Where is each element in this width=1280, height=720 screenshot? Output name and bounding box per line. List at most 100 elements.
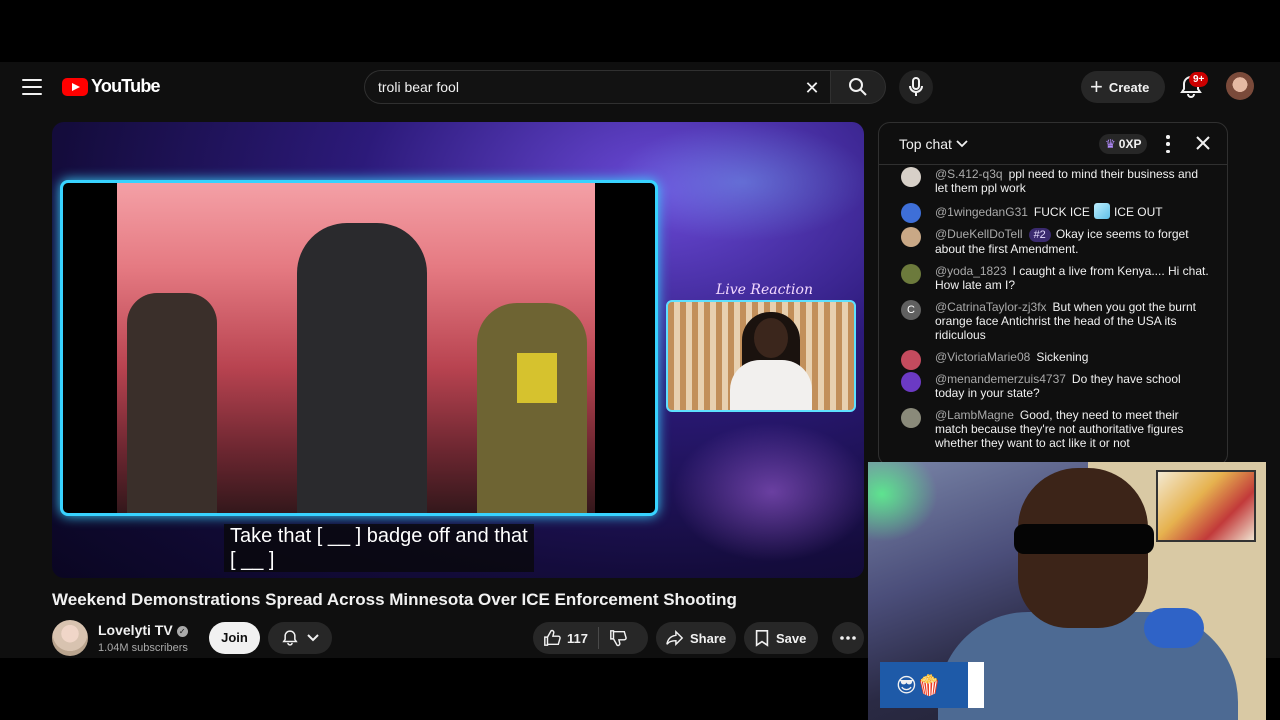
chat-message[interactable]: @LambMagne Good, they need to meet their … [879, 408, 1227, 450]
share-label: Share [690, 630, 727, 646]
search-input[interactable] [378, 79, 788, 95]
plus-icon: + [1090, 74, 1103, 99]
crown-icon: ♛ [1105, 137, 1116, 151]
thumbs-up-icon [544, 629, 561, 646]
letterbox-top [0, 0, 1280, 62]
chat-header: Top chat ♛ 0XP [879, 123, 1227, 165]
chat-author-name[interactable]: @S.412-q3q [935, 167, 1003, 181]
youtube-logo[interactable]: YouTube [62, 76, 161, 97]
clip-figure [517, 353, 557, 403]
reactor-face [754, 318, 788, 358]
reaction-camera [666, 300, 856, 412]
chat-author-avatar[interactable] [901, 372, 921, 392]
clip-figure [477, 303, 587, 513]
chat-author-name[interactable]: @CatrinaTaylor-zj3fx [935, 300, 1047, 314]
chat-mode-label: Top chat [899, 136, 952, 152]
chat-author-avatar[interactable]: C [901, 300, 921, 320]
more-actions-button[interactable] [832, 622, 864, 654]
chat-author-name[interactable]: @VictoriaMarie08 [935, 350, 1030, 364]
chat-message-text: Sickening [1036, 350, 1089, 364]
search-button[interactable] [830, 70, 886, 104]
reactor-body [730, 360, 812, 410]
xp-badge[interactable]: ♛ 0XP [1099, 134, 1148, 154]
close-icon[interactable] [1193, 133, 1213, 153]
xp-label: 0XP [1118, 137, 1142, 151]
chat-author-name[interactable]: @yoda_1823 [935, 264, 1007, 278]
caption-line: [ __ ] [230, 549, 275, 571]
chat-message[interactable]: @S.412-q3q ppl need to mind their busines… [879, 167, 1227, 195]
clip-scene [117, 183, 595, 513]
like-button[interactable]: 117 [533, 622, 598, 654]
join-button[interactable]: Join [209, 622, 260, 654]
chat-author-name[interactable]: @LambMagne [935, 408, 1014, 422]
chat-mode-dropdown[interactable]: Top chat [899, 136, 968, 152]
chat-author-avatar[interactable] [901, 203, 921, 223]
bookmark-icon [755, 629, 769, 647]
notification-badge: 9+ [1189, 72, 1209, 87]
chat-message[interactable]: @VictoriaMarie08 Sickening [879, 350, 1227, 370]
search-icon [849, 78, 867, 96]
subscriber-count: 1.04M subscribers [98, 642, 188, 654]
chat-message-list: @S.412-q3q ppl need to mind their busines… [879, 167, 1227, 465]
thumbs-down-icon [610, 630, 627, 647]
chat-message[interactable]: @menandemerzuis4737 Do they have school t… [879, 372, 1227, 400]
create-label: Create [1108, 79, 1150, 95]
chat-message[interactable]: @DueKellDoTell #2 Okay ice seems to forget… [879, 227, 1227, 256]
emoji-overlay: 😎🍿 [880, 662, 984, 708]
share-icon [666, 629, 684, 647]
stage-light [672, 422, 864, 562]
chat-author-avatar[interactable] [901, 264, 921, 284]
account-avatar[interactable] [1226, 72, 1254, 100]
chat-author-avatar[interactable] [901, 408, 921, 428]
chat-message[interactable]: C @CatrinaTaylor-zj3fx But when you got th… [879, 300, 1227, 342]
chat-rank-badge: #2 [1028, 228, 1051, 242]
ice-cube-icon [1093, 203, 1110, 219]
streamer-sunglasses [1014, 524, 1154, 554]
webcam-led-light [868, 462, 938, 542]
chat-author-name[interactable]: @DueKellDoTell [935, 227, 1023, 241]
chevron-down-icon [956, 140, 968, 148]
chat-author-avatar[interactable] [901, 350, 921, 370]
microphone-icon [909, 77, 923, 96]
embedded-news-clip [60, 180, 658, 516]
chat-author-avatar[interactable] [901, 167, 921, 187]
chevron-down-icon [307, 634, 319, 642]
overlay-label: Live Reaction [716, 282, 813, 298]
voice-search-button[interactable] [899, 70, 933, 104]
more-horizontal-icon [840, 636, 856, 640]
bell-icon [282, 630, 298, 646]
youtube-play-icon [62, 77, 88, 96]
chat-author-avatar[interactable] [901, 227, 921, 247]
chat-more-options-icon[interactable] [1163, 135, 1173, 153]
clear-search-icon[interactable]: ✕ [802, 78, 822, 98]
search-box: ✕ [364, 70, 830, 104]
channel-name: Lovelyti TV [98, 622, 173, 638]
menu-icon[interactable] [18, 76, 46, 98]
webcam-poster [1156, 470, 1256, 542]
clip-figure [297, 223, 427, 513]
chat-message[interactable]: @yoda_1823 I caught a live from Kenya....… [879, 264, 1227, 292]
save-button[interactable]: Save [744, 622, 818, 654]
caption-line: Take that [ __ ] badge off and that [230, 525, 528, 547]
closed-caption: Take that [ __ ] badge off and that [ __… [224, 524, 534, 572]
logo-text: YouTube [91, 76, 161, 96]
live-chat-panel: Top chat ♛ 0XP @S.412-q3q ppl need to min… [878, 122, 1228, 466]
chat-message-text: ICE OUT [1113, 205, 1163, 219]
clip-figure [127, 293, 217, 513]
share-button[interactable]: Share [656, 622, 736, 654]
channel-name-wrap[interactable]: Lovelyti TV ✓ [98, 622, 188, 638]
like-count: 117 [567, 630, 588, 646]
dislike-button[interactable] [599, 622, 637, 654]
like-dislike-group: 117 [533, 622, 648, 654]
chat-author-name[interactable]: @1wingedanG31 [935, 205, 1028, 219]
chat-message[interactable]: @1wingedanG31 FUCK ICE ICE OUT [879, 203, 1227, 223]
chat-author-name[interactable]: @menandemerzuis4737 [935, 372, 1066, 386]
create-button[interactable]: + Create [1081, 71, 1165, 103]
streamer-microphone [1144, 608, 1204, 648]
chat-message-text: FUCK ICE [1033, 205, 1090, 219]
verified-icon: ✓ [176, 626, 188, 637]
subscription-notifications-button[interactable] [268, 622, 332, 654]
video-title: Weekend Demonstrations Spread Across Min… [52, 590, 737, 609]
channel-avatar[interactable] [52, 620, 88, 656]
video-player[interactable]: Live Reaction Take that [ __ ] badge off… [52, 122, 864, 578]
